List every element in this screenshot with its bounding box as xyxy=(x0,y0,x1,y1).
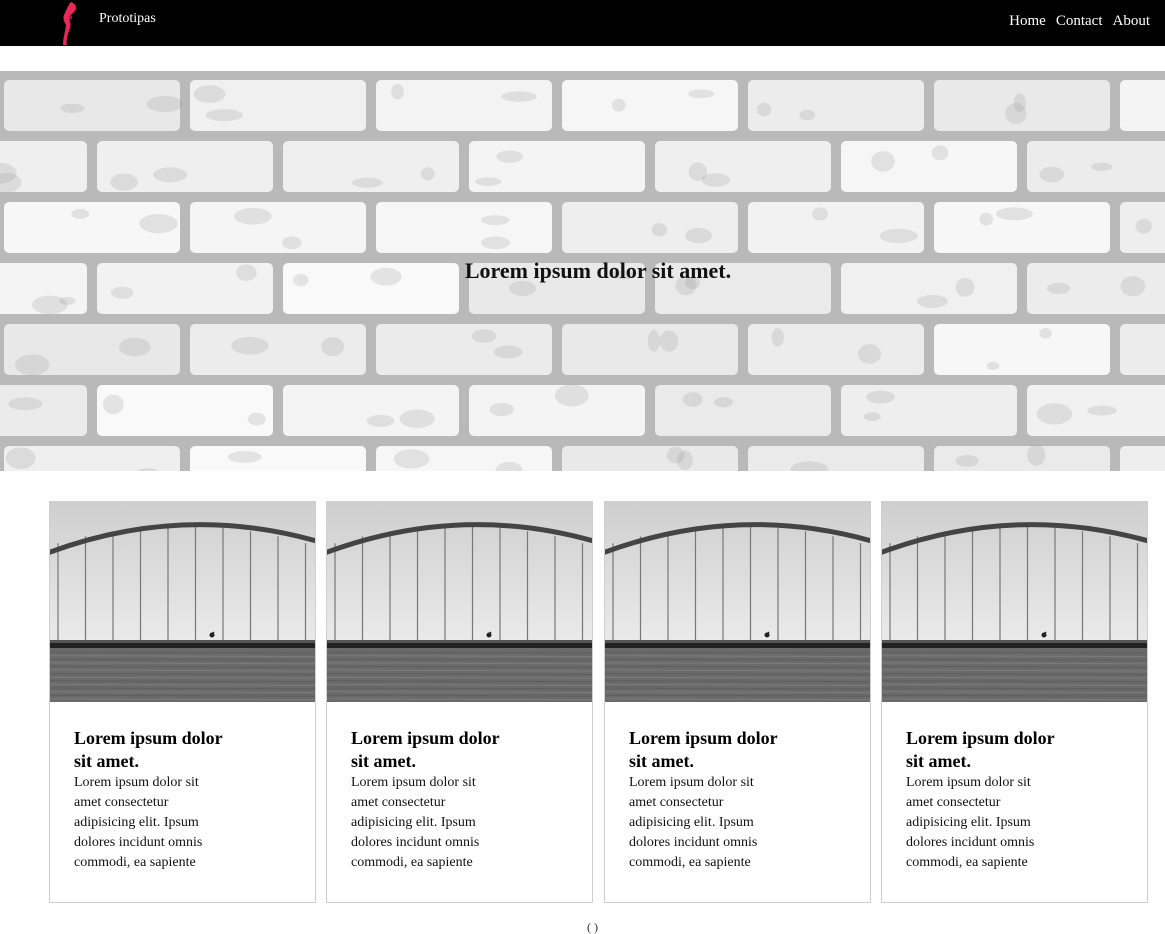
card-text: Lorem ipsum dolor sit amet consectetur a… xyxy=(906,775,1035,870)
bridge-image xyxy=(882,502,1147,702)
pager-indicator[interactable]: ( ) xyxy=(587,921,598,933)
card-title: Lorem ipsum dolor sit amet. xyxy=(906,728,1055,771)
nav-links: Home Contact About xyxy=(1009,13,1150,30)
card-title: Lorem ipsum dolor sit amet. xyxy=(74,728,223,771)
card-title: Lorem ipsum dolor sit amet. xyxy=(629,728,778,771)
brand-name[interactable]: Prototipas xyxy=(99,11,156,27)
hero-title: Lorem ipsum dolor sit amet. xyxy=(464,258,732,283)
card: Lorem ipsum dolor sit amet. Lorem ipsum … xyxy=(604,501,871,903)
card-text: Lorem ipsum dolor sit amet consectetur a… xyxy=(74,775,203,870)
card-body: Lorem ipsum dolor sit amet. Lorem ipsum … xyxy=(906,727,1071,873)
card: Lorem ipsum dolor sit amet. Lorem ipsum … xyxy=(881,501,1148,903)
nav-contact-link[interactable]: Contact xyxy=(1056,13,1103,30)
card-title: Lorem ipsum dolor sit amet. xyxy=(351,728,500,771)
card-body: Lorem ipsum dolor sit amet. Lorem ipsum … xyxy=(74,727,239,873)
card: Lorem ipsum dolor sit amet. Lorem ipsum … xyxy=(49,501,316,903)
bridge-image xyxy=(50,502,315,702)
nav-about-link[interactable]: About xyxy=(1113,13,1151,30)
logo-icon[interactable] xyxy=(58,0,84,46)
nav-home-link[interactable]: Home xyxy=(1009,13,1046,30)
card-body: Lorem ipsum dolor sit amet. Lorem ipsum … xyxy=(351,727,516,873)
bridge-image xyxy=(605,502,870,702)
hero-banner: Lorem ipsum dolor sit amet. xyxy=(0,71,1165,471)
card: Lorem ipsum dolor sit amet. Lorem ipsum … xyxy=(326,501,593,903)
card-body: Lorem ipsum dolor sit amet. Lorem ipsum … xyxy=(629,727,794,873)
top-nav-bar: Prototipas Home Contact About xyxy=(0,0,1165,46)
card-text: Lorem ipsum dolor sit amet consectetur a… xyxy=(629,775,758,870)
card-text: Lorem ipsum dolor sit amet consectetur a… xyxy=(351,775,480,870)
bridge-image xyxy=(327,502,592,702)
